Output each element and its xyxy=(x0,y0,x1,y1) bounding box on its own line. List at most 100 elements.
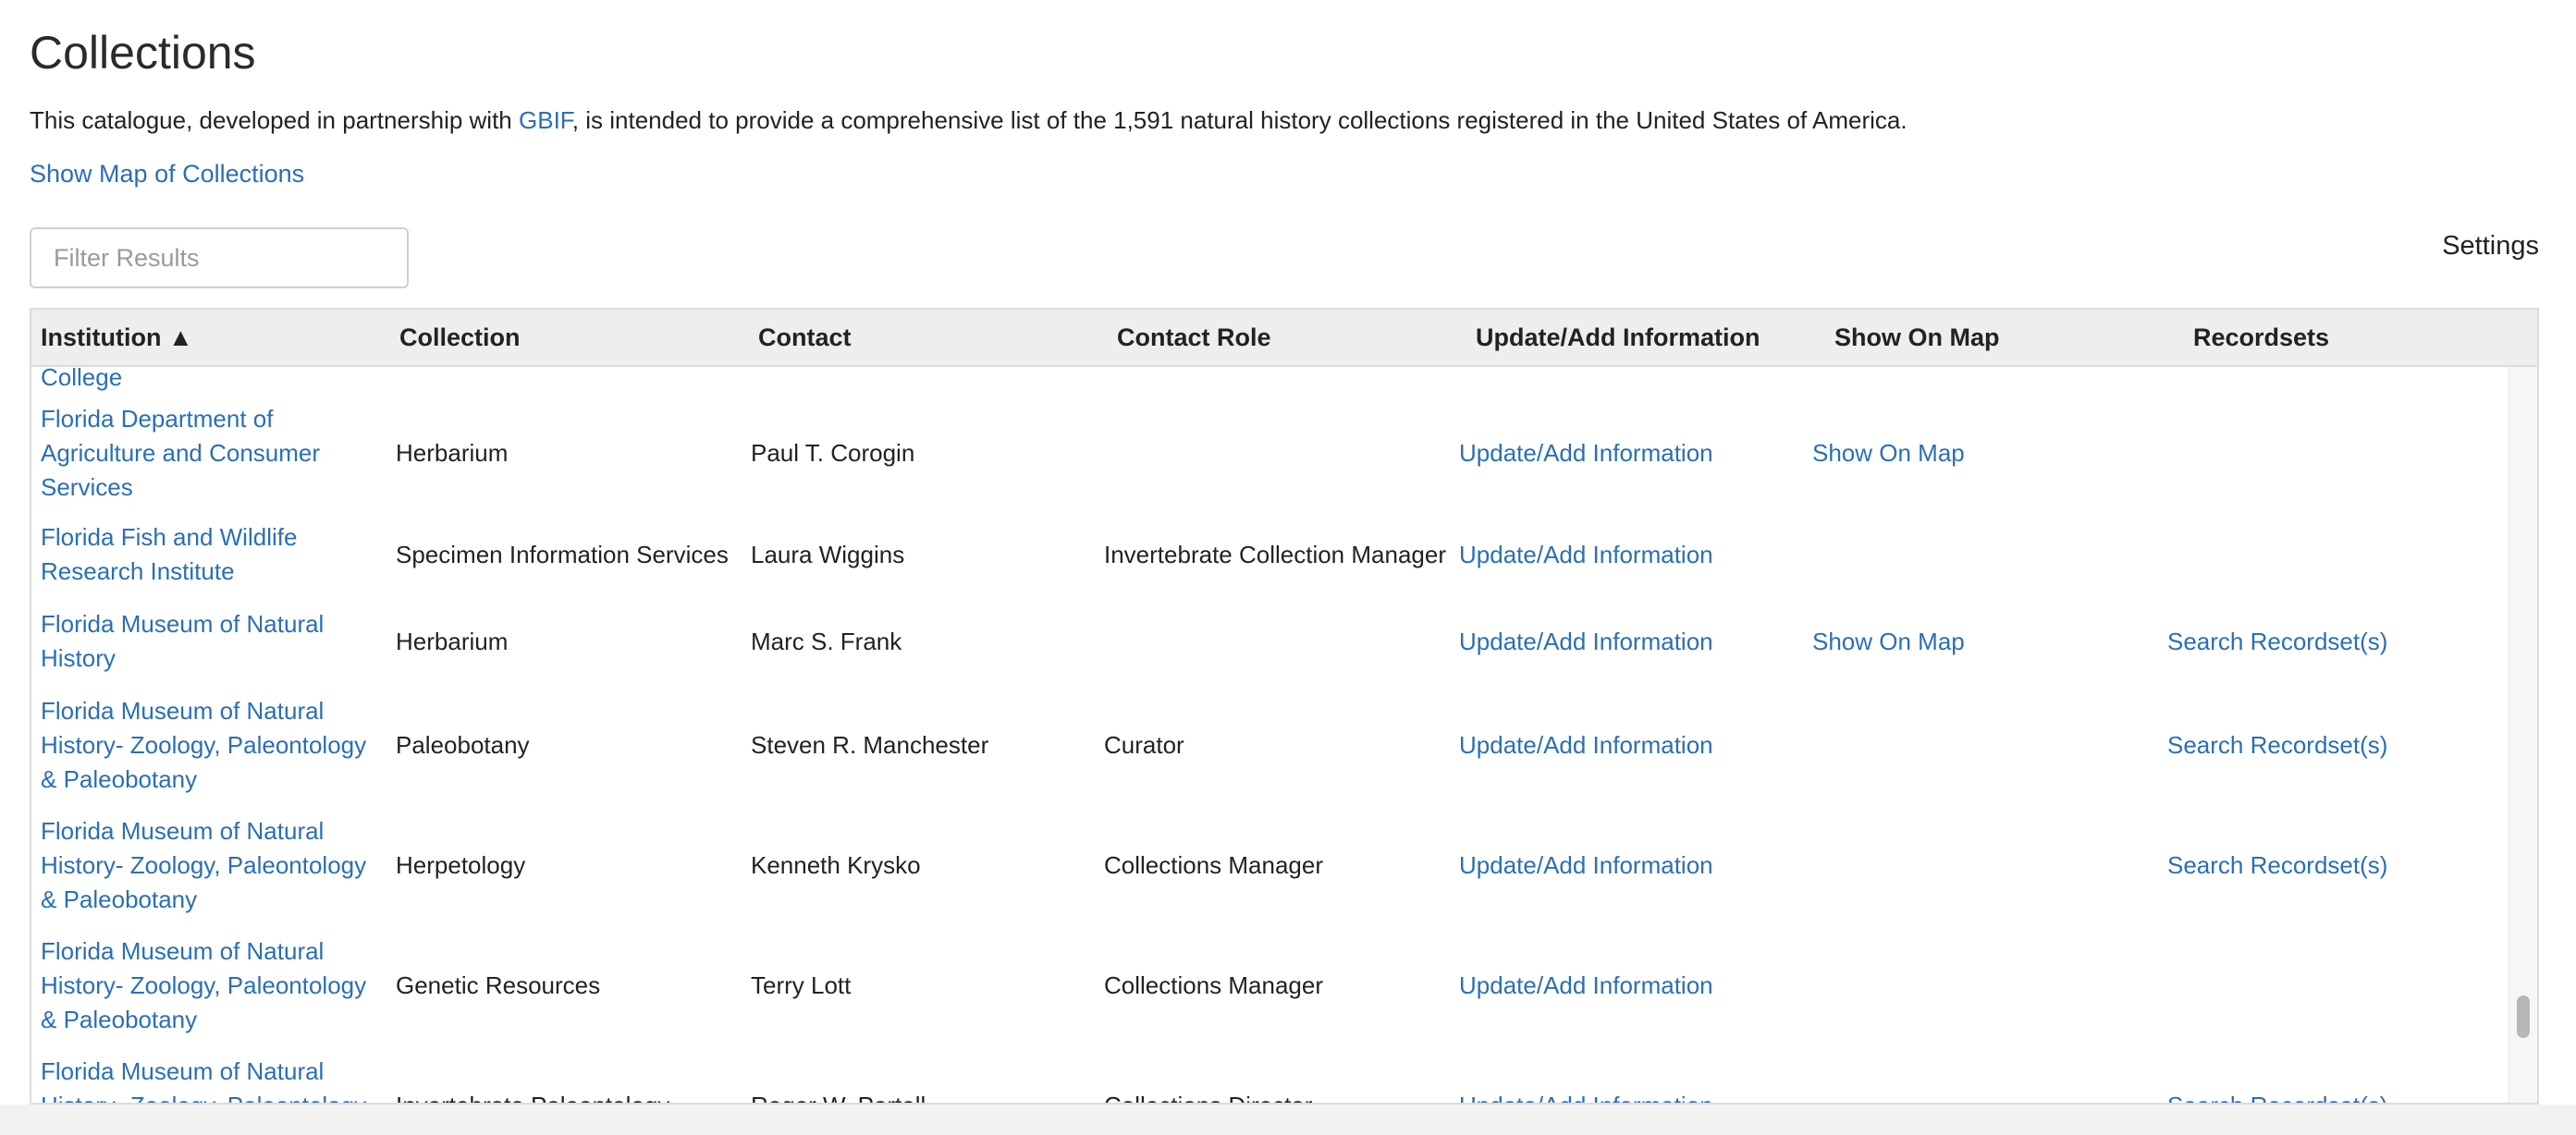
role-cell xyxy=(1104,395,1446,511)
contact-cell: Roger W. Portell xyxy=(751,1089,926,1104)
gbif-link[interactable]: GBIF xyxy=(519,106,572,134)
page-title: Collections xyxy=(30,27,256,79)
collection-cell: Specimen Information Services xyxy=(396,540,729,568)
contact-cell: Laura Wiggins xyxy=(751,540,905,568)
update-cell: Update/Add Information xyxy=(1459,925,1801,1045)
col-show-on-map[interactable]: Show On Map xyxy=(1834,310,2000,365)
update-info-link[interactable]: Update/Add Information xyxy=(1459,848,1713,883)
recordsets-cell xyxy=(2167,925,2509,1045)
show-on-map-link[interactable]: Show On Map xyxy=(1812,436,1965,470)
table-row: Florida Museum of Natural History Herbari… xyxy=(31,598,2509,685)
update-info-link[interactable]: Update/Add Information xyxy=(1459,1089,1713,1104)
scrollbar-thumb[interactable] xyxy=(2517,995,2530,1038)
update-cell: Update/Add Information xyxy=(1459,598,1801,685)
update-info-link[interactable]: Update/Add Information xyxy=(1459,728,1713,763)
recordsets-cell xyxy=(2167,511,2509,598)
contact-role-cell: Collections Manager xyxy=(1104,970,1324,999)
col-institution[interactable]: Institution ▲ xyxy=(41,310,193,365)
show-on-map-link[interactable]: Show On Map xyxy=(1812,625,1965,659)
collection-cell: Herbarium xyxy=(396,395,747,511)
table-row: Florida Department of Agriculture and Co… xyxy=(31,395,2509,511)
table-body: College Florida Department of Agriculture… xyxy=(31,367,2509,1103)
col-contact[interactable]: Contact xyxy=(758,310,852,365)
contact-role-cell: Collections Manager xyxy=(1104,850,1324,879)
institution-cell: Florida Department of Agriculture and Co… xyxy=(41,395,383,511)
role-cell: Invertebrate Collection Manager xyxy=(1104,511,1446,598)
search-recordsets-link[interactable]: Search Recordset(s) xyxy=(2167,728,2387,763)
search-recordsets-link[interactable]: Search Recordset(s) xyxy=(2167,625,2387,659)
col-collection[interactable]: Collection xyxy=(399,310,521,365)
contact-cell: Terry Lott xyxy=(751,925,1093,1045)
update-info-link[interactable]: Update/Add Information xyxy=(1459,538,1713,572)
contact-cell: Roger W. Portell xyxy=(751,1045,1093,1104)
collection-cell: Herbarium xyxy=(396,627,509,655)
institution-link[interactable]: Florida Museum of Natural History- Zoolo… xyxy=(41,1055,383,1104)
filter-input[interactable] xyxy=(30,227,409,288)
institution-cell: Florida Museum of Natural History- Zoolo… xyxy=(41,925,383,1045)
update-info-link[interactable]: Update/Add Information xyxy=(1459,969,1713,1003)
institution-cell: Florida Museum of Natural History- Zoolo… xyxy=(41,1045,383,1104)
collection-cell: Herpetology xyxy=(396,850,526,879)
map-cell xyxy=(1812,367,2154,395)
contact-cell: Terry Lott xyxy=(751,970,852,999)
contact-role-cell: Collections Director xyxy=(1104,1089,1312,1104)
contact-role-cell: Curator xyxy=(1104,730,1184,759)
contact-cell xyxy=(751,367,1093,395)
institution-link[interactable]: Florida Museum of Natural History- Zoolo… xyxy=(41,694,383,797)
map-cell xyxy=(1812,685,2154,805)
contact-cell: Laura Wiggins xyxy=(751,511,1093,598)
map-cell xyxy=(1812,511,2154,598)
contact-cell: Kenneth Krysko xyxy=(751,805,1093,925)
institution-link[interactable]: College xyxy=(41,367,122,395)
institution-cell: Florida Museum of Natural History- Zoolo… xyxy=(41,685,383,805)
institution-cell: Florida Fish and Wildlife Research Insti… xyxy=(41,511,383,598)
collection-cell xyxy=(396,367,747,395)
recordsets-cell: Search Recordset(s) xyxy=(2167,598,2509,685)
update-cell: Update/Add Information xyxy=(1459,1045,1801,1104)
update-cell: Update/Add Information xyxy=(1459,511,1801,598)
role-cell xyxy=(1104,598,1446,685)
collection-cell: Genetic Resources xyxy=(396,925,747,1045)
collection-cell: Genetic Resources xyxy=(396,970,601,999)
institution-link[interactable]: Florida Department of Agriculture and Co… xyxy=(41,402,383,505)
institution-cell: College xyxy=(41,367,383,395)
table-scrollbar[interactable] xyxy=(2509,367,2537,1103)
col-recordsets[interactable]: Recordsets xyxy=(2193,310,2329,365)
page-footer-strip xyxy=(0,1104,2576,1135)
col-contact-role[interactable]: Contact Role xyxy=(1117,310,1271,365)
contact-role-cell: Invertebrate Collection Manager xyxy=(1104,540,1446,568)
role-cell xyxy=(1104,367,1446,395)
institution-link[interactable]: Florida Museum of Natural History- Zoolo… xyxy=(41,814,383,917)
table-row: Florida Museum of Natural History- Zoolo… xyxy=(31,925,2509,1045)
col-update[interactable]: Update/Add Information xyxy=(1476,310,1760,365)
map-cell xyxy=(1812,805,2154,925)
contact-cell: Marc S. Frank xyxy=(751,598,1093,685)
contact-cell: Paul T. Corogin xyxy=(751,438,915,467)
search-recordsets-link[interactable]: Search Recordset(s) xyxy=(2167,848,2387,883)
collection-cell: Paleobotany xyxy=(396,730,530,759)
map-cell xyxy=(1812,925,2154,1045)
recordsets-cell: Search Recordset(s) xyxy=(2167,685,2509,805)
table-row: Florida Museum of Natural History- Zoolo… xyxy=(31,685,2509,805)
intro-text: This catalogue, developed in partnership… xyxy=(30,104,1907,137)
settings-button[interactable]: Settings xyxy=(2442,229,2539,262)
search-recordsets-link[interactable]: Search Recordset(s) xyxy=(2167,1089,2387,1104)
table-header: Institution ▲ Collection Contact Contact… xyxy=(31,310,2537,367)
institution-link[interactable]: Florida Museum of Natural History xyxy=(41,607,383,676)
role-cell: Collections Manager xyxy=(1104,925,1446,1045)
map-cell: Show On Map xyxy=(1812,598,2154,685)
institution-link[interactable]: Florida Museum of Natural History- Zoolo… xyxy=(41,934,383,1037)
map-cell: Show On Map xyxy=(1812,395,2154,511)
intro-after: , is intended to provide a comprehensive… xyxy=(571,106,1907,134)
institution-link[interactable]: Florida Fish and Wildlife Research Insti… xyxy=(41,520,383,589)
recordsets-cell xyxy=(2167,395,2509,511)
contact-cell: Steven R. Manchester xyxy=(751,730,989,759)
table-row: College xyxy=(31,367,2509,395)
show-map-link[interactable]: Show Map of Collections xyxy=(30,157,304,190)
update-info-link[interactable]: Update/Add Information xyxy=(1459,436,1713,470)
update-info-link[interactable]: Update/Add Information xyxy=(1459,625,1713,659)
collections-table: Institution ▲ Collection Contact Contact… xyxy=(30,308,2539,1104)
contact-cell: Paul T. Corogin xyxy=(751,395,1093,511)
update-cell: Update/Add Information xyxy=(1459,805,1801,925)
collection-cell: Herpetology xyxy=(396,805,747,925)
